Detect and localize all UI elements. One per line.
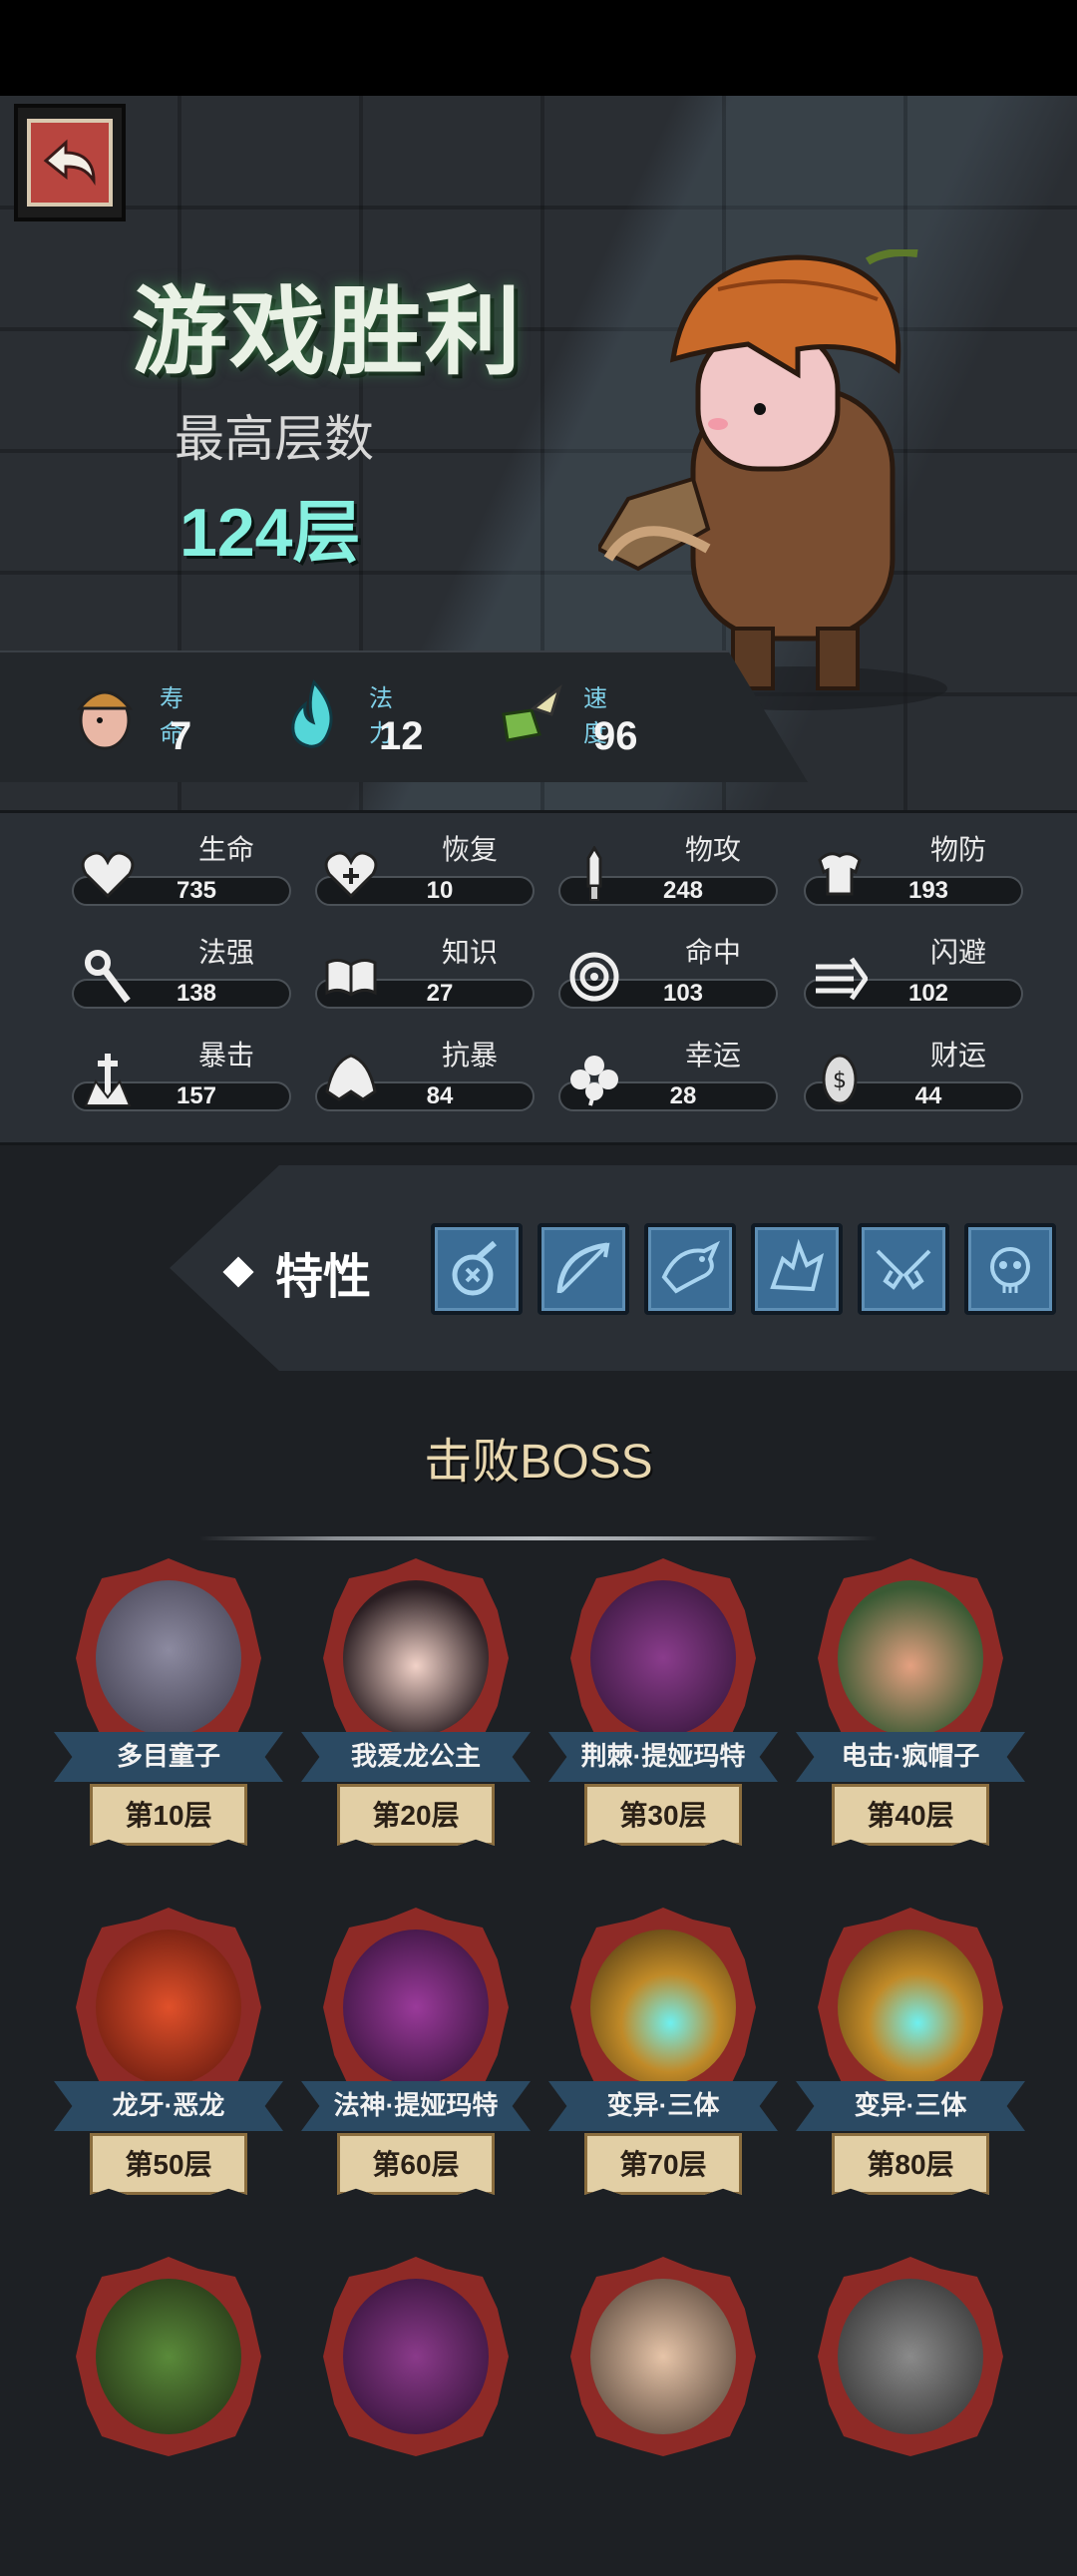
boss-portrait xyxy=(343,2279,489,2434)
staff-icon xyxy=(85,950,131,1004)
clover-icon xyxy=(570,1056,618,1106)
skull-icon xyxy=(990,1247,1030,1293)
mana-value: 12 xyxy=(379,714,424,758)
dodge-arrows-icon xyxy=(816,957,868,1001)
status-bar xyxy=(0,0,1077,96)
twin-pistols-icon xyxy=(876,1249,931,1290)
stat-knowledge: 知识 27 xyxy=(315,935,535,1015)
stat-fortune: $ 财运 44 xyxy=(804,1038,1023,1117)
book-icon xyxy=(325,958,377,997)
stat-hp: 生命 735 xyxy=(72,832,291,912)
best-floor-value: 124层 xyxy=(180,495,361,571)
traits-header: 特性 xyxy=(222,1237,371,1307)
coin-icon: $ xyxy=(822,1054,858,1105)
crossbow-icon xyxy=(556,1242,610,1294)
boss-card-partial-2[interactable] xyxy=(301,2257,531,2576)
boss-card-7[interactable]: 变异·三体 第70层 xyxy=(548,1908,778,2227)
meta-stat-life: 寿命 7 xyxy=(70,674,191,758)
meta-stat-mana: 法力 12 xyxy=(279,674,424,758)
boss-card-partial-1[interactable] xyxy=(54,2257,283,2576)
stat-crit-resist: 抗暴 84 xyxy=(315,1038,535,1117)
boss-portrait xyxy=(343,1580,489,1736)
trait-slot-3[interactable] xyxy=(644,1223,736,1315)
best-floor-label: 最高层数 xyxy=(175,411,374,467)
target-icon xyxy=(569,952,619,1002)
winged-boot-icon xyxy=(502,683,562,742)
crit-dagger-icon xyxy=(84,1054,132,1106)
shield-shell-icon xyxy=(325,1054,377,1101)
boss-card-partial-3[interactable] xyxy=(548,2257,778,2576)
boss-portrait xyxy=(96,2279,241,2434)
armor-icon xyxy=(818,852,862,896)
boss-portrait xyxy=(96,1930,241,2085)
boss-card-8[interactable]: 变异·三体 第80层 xyxy=(796,1908,1025,2227)
speed-value: 96 xyxy=(593,714,638,758)
stat-attack: 物攻 248 xyxy=(558,832,778,912)
trait-slot-5[interactable] xyxy=(858,1223,949,1315)
stat-regen: 恢复 10 xyxy=(315,832,535,912)
boss-portrait xyxy=(590,2279,736,2434)
blue-flame-icon xyxy=(291,679,333,748)
stat-accuracy: 命中 103 xyxy=(558,935,778,1015)
boss-card-5[interactable]: 龙牙·恶龙 第50层 xyxy=(54,1908,283,2227)
boss-portrait xyxy=(838,1930,983,2085)
stat-magic-power: 法强 138 xyxy=(72,935,291,1015)
boss-portrait xyxy=(590,1580,736,1736)
trait-slot-6[interactable] xyxy=(964,1223,1056,1315)
back-arrow-icon xyxy=(43,139,96,186)
boss-card-3[interactable]: 荆棘·提娅玛特 第30层 xyxy=(548,1558,778,1878)
stat-defense: 物防 193 xyxy=(804,832,1023,912)
svg-text:$: $ xyxy=(833,1069,847,1093)
sword-icon xyxy=(586,846,602,901)
boss-card-4[interactable]: 电击·疯帽子 第40层 xyxy=(796,1558,1025,1878)
trait-slot-2[interactable] xyxy=(538,1223,629,1315)
boss-portrait xyxy=(838,2279,983,2434)
diamond-bullet-icon xyxy=(222,1256,254,1288)
boss-card-6[interactable]: 法神·提娅玛特 第60层 xyxy=(301,1908,531,2227)
stat-dodge: 闪避 102 xyxy=(804,935,1023,1015)
beast-icon xyxy=(770,1238,825,1292)
boss-portrait xyxy=(343,1930,489,2085)
stat-luck: 幸运 28 xyxy=(558,1038,778,1117)
page-title: 游戏胜利 xyxy=(132,279,523,386)
boss-portrait xyxy=(96,1580,241,1736)
dragon-icon xyxy=(661,1240,720,1294)
defeated-bosses-title: 击败BOSS xyxy=(424,1436,653,1489)
boss-card-partial-4[interactable] xyxy=(796,2257,1025,2576)
boss-card-2[interactable]: 我爱龙公主 第20层 xyxy=(301,1558,531,1878)
pumpkin-hero-illustration xyxy=(598,249,947,710)
trait-slot-4[interactable] xyxy=(751,1223,843,1315)
boss-card-1[interactable]: 多目童子 第10层 xyxy=(54,1558,283,1878)
life-value: 7 xyxy=(170,714,192,758)
heart-plus-icon xyxy=(324,851,378,899)
section-divider xyxy=(199,1536,878,1540)
back-button[interactable] xyxy=(14,104,126,221)
trait-slot-1[interactable] xyxy=(431,1223,523,1315)
stat-crit: 暴击 157 xyxy=(72,1038,291,1117)
boss-portrait xyxy=(838,1580,983,1736)
poison-flask-icon xyxy=(452,1240,497,1296)
hero-head-icon xyxy=(76,690,134,750)
heart-icon xyxy=(81,851,135,899)
boss-portrait xyxy=(590,1930,736,2085)
meta-stat-speed: 速度 96 xyxy=(494,674,638,758)
